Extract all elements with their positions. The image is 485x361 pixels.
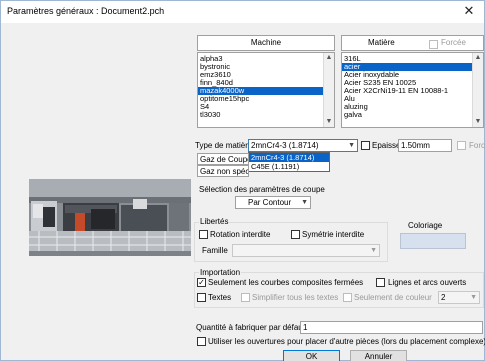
type-matiere-value: 2mnCr4-3 (1.8714) xyxy=(251,141,319,150)
chevron-down-icon: ▼ xyxy=(348,142,355,149)
matiere-list-item[interactable]: Acier X2CrNi19-11 EN 10088-1 xyxy=(342,87,472,95)
ouvertures-checkbox[interactable] xyxy=(197,337,206,346)
epaisseur-input[interactable]: 1.50mm xyxy=(398,139,452,152)
libertes-title: Libertés xyxy=(199,217,230,226)
matiere-header: Matière xyxy=(368,38,395,47)
ouvertures-label: Utiliser les ouvertures pour placer d'au… xyxy=(208,337,485,346)
textes-label: Textes xyxy=(208,293,232,302)
type-matiere-option[interactable]: 2mnCr4-3 (1.8714) xyxy=(249,153,329,162)
chevron-down-icon: ▼ xyxy=(470,294,477,301)
coloriage-button[interactable] xyxy=(400,233,466,249)
cancel-button[interactable]: Annuler xyxy=(350,350,407,361)
famille-select[interactable]: ▼ xyxy=(232,244,380,257)
matiere-header-bar: Matière Forcée xyxy=(341,35,484,51)
couleur-label: Seulement de couleur xyxy=(354,293,432,302)
type-matiere-select[interactable]: 2mnCr4-3 (1.8714) ▼ xyxy=(248,139,358,152)
epaisseur-forcee-checkbox[interactable] xyxy=(457,141,466,150)
machine-scrollbar[interactable]: ▲ ▼ xyxy=(323,53,334,127)
quantite-label: Quantité à fabriquer par défaut xyxy=(196,323,305,332)
couleur-select[interactable]: 2 ▼ xyxy=(438,291,480,304)
selection-value: Par Contour xyxy=(248,198,292,207)
courbes-checkbox[interactable]: ✓ xyxy=(197,278,206,287)
lignes-checkbox[interactable] xyxy=(376,278,385,287)
symetrie-label: Symétrie interdite xyxy=(302,230,365,239)
matiere-forcee-label: Forcée xyxy=(441,38,466,47)
simplifier-label: Simplifier tous les textes xyxy=(252,293,339,302)
matiere-list[interactable]: 316L acier Acier inoxydable Acier S235 EN 1… xyxy=(341,52,484,128)
matiere-forcee-checkbox[interactable] xyxy=(429,38,438,51)
epaisseur-forcee-label: Forcée xyxy=(469,141,485,150)
selection-select[interactable]: Par Contour ▼ xyxy=(235,196,311,209)
type-matiere-option[interactable]: C45E (1.1191) xyxy=(249,162,329,171)
scroll-down-icon[interactable]: ▼ xyxy=(324,117,334,127)
window-title: Paramètres généraux : Document2.pch xyxy=(7,6,165,16)
chevron-down-icon: ▼ xyxy=(370,247,377,254)
symetrie-checkbox[interactable] xyxy=(291,230,300,239)
selection-label: Sélection des paramètres de coupe xyxy=(199,185,325,194)
machine-list-item[interactable]: tl3030 xyxy=(198,111,323,119)
courbes-label: Seulement les courbes composites fermées xyxy=(208,278,364,287)
couleur-checkbox[interactable] xyxy=(343,293,352,302)
machine-header: Machine xyxy=(197,35,335,51)
matiere-list-item[interactable]: galva xyxy=(342,111,472,119)
quantite-input[interactable]: 1 xyxy=(300,321,483,334)
matiere-list-item[interactable]: 316L xyxy=(342,55,472,63)
coloriage-label: Coloriage xyxy=(408,221,443,230)
rotation-label: Rotation interdite xyxy=(210,230,271,239)
epaisseur-checkbox[interactable] xyxy=(361,141,370,150)
chevron-down-icon: ▼ xyxy=(301,199,308,206)
settings-dialog: Paramètres généraux : Document2.pch ✕ Ma… xyxy=(0,0,485,361)
rotation-checkbox[interactable] xyxy=(199,230,208,239)
machine-list-item[interactable]: optitome15hpc xyxy=(198,95,323,103)
simplifier-checkbox[interactable] xyxy=(241,293,250,302)
machine-list[interactable]: alpha3 bystronic emz3610 finn_840d mazak4000… xyxy=(197,52,335,128)
gaz-coupe-label: Gaz de Coupe xyxy=(197,153,249,165)
type-matiere-label: Type de matière xyxy=(195,141,253,150)
scroll-up-icon[interactable]: ▲ xyxy=(324,53,334,63)
gaz-non-specifie: Gaz non spécifié xyxy=(197,165,249,177)
famille-label: Famille xyxy=(202,246,228,255)
lignes-label: Lignes et arcs ouverts xyxy=(388,278,467,287)
ok-button[interactable]: OK xyxy=(283,350,340,361)
matiere-scrollbar[interactable]: ▲ ▼ xyxy=(472,53,483,127)
scroll-up-icon[interactable]: ▲ xyxy=(473,53,483,63)
importation-title: Importation xyxy=(199,268,242,277)
couleur-value: 2 xyxy=(441,293,446,302)
scroll-down-icon[interactable]: ▼ xyxy=(473,117,483,127)
machine-photo xyxy=(29,179,191,256)
laser-machine-image xyxy=(29,179,191,256)
type-matiere-dropdown[interactable]: 2mnCr4-3 (1.8714) C45E (1.1191) xyxy=(248,152,330,172)
textes-checkbox[interactable] xyxy=(197,293,206,302)
close-icon[interactable]: ✕ xyxy=(459,3,479,19)
